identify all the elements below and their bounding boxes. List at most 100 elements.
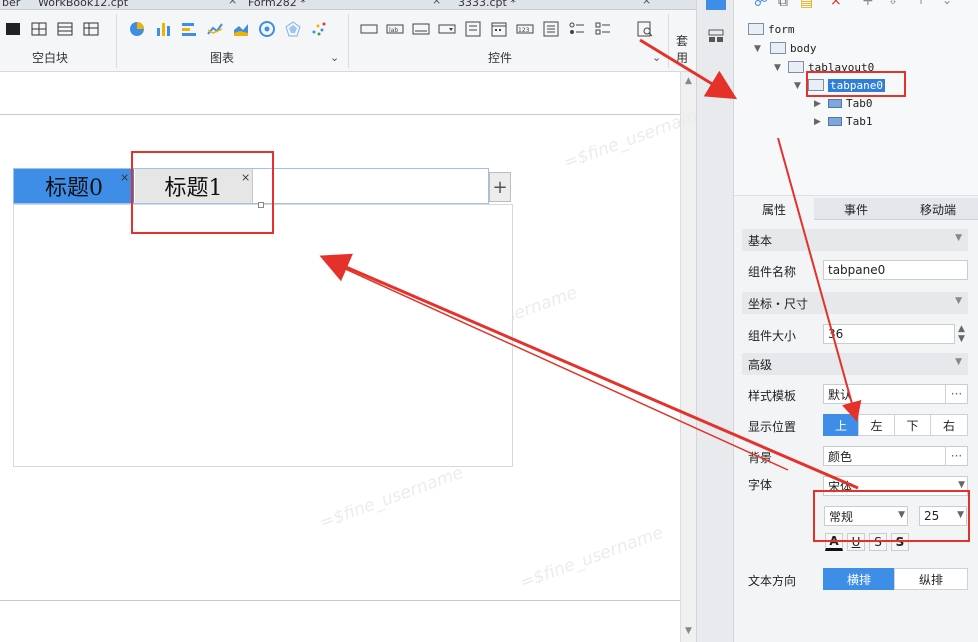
chevron-down-icon[interactable]: ⌄ [942,0,952,7]
move-down-icon[interactable]: ⇩ [888,0,898,7]
section-advanced[interactable]: 高级 ▼ [742,353,968,375]
tree-node-tab1[interactable]: Tab1 [828,113,873,129]
tab-strip: 标题0 × 标题1 × [13,168,489,204]
tree-node-body[interactable]: body [770,40,817,56]
paste-icon[interactable]: ▤ [800,0,813,10]
font-style-select[interactable]: 常规 ▼ [824,506,908,526]
size-field[interactable]: 36 [823,324,955,344]
position-left-button[interactable]: 左 [858,414,895,436]
tree-toggle-icon[interactable]: ▶ [814,117,821,127]
add-tab-button[interactable]: + [489,172,511,202]
layout-icon[interactable] [4,20,22,38]
tree-node-tabpane[interactable]: tabpane0 [808,77,885,93]
expand-icon[interactable] [706,0,726,10]
table-layout-icon[interactable] [82,20,100,38]
move-up-icon[interactable]: ↑ [916,0,926,7]
direction-horizontal-button[interactable]: 横排 [823,568,895,590]
horizontal-bar-icon[interactable] [180,20,198,38]
tab-icon [828,116,842,126]
area-chart-icon[interactable] [232,20,250,38]
tablayout-icon [788,61,804,73]
radio-group-icon[interactable] [568,20,586,38]
ribbon-group-chart: 图表 ⌄ [118,10,346,72]
file-tab-3[interactable]: 3333.cpt * × [458,0,651,9]
background-field[interactable]: 颜色 ··· [823,446,968,466]
style-template-field[interactable]: 默认 ··· [823,384,968,404]
tree-node-tab0[interactable]: Tab0 [828,95,873,111]
share-icon[interactable]: ☍ [754,0,768,10]
tree-node-form[interactable]: form [748,21,795,37]
underline-button[interactable]: U [847,533,865,551]
tree-toggle-icon[interactable]: ▼ [794,81,801,91]
scroll-down-icon[interactable]: ▼ [685,626,692,636]
more-icon[interactable]: ··· [945,447,967,465]
tree-node-tablayout[interactable]: tablayout0 [788,59,874,75]
list-layout-icon[interactable] [56,20,74,38]
tab-title-0[interactable]: 标题0 × [14,169,134,203]
shadow-button[interactable]: S [869,533,887,551]
tab-title-1[interactable]: 标题1 × [135,169,253,203]
tab-title-label: 标题0 [45,176,103,201]
canvas-top-divider [0,114,680,115]
pie-chart-icon[interactable] [128,20,146,38]
more-icon[interactable]: ··· [945,385,967,403]
delete-icon[interactable]: × [830,0,842,9]
name-field[interactable]: tabpane0 [823,260,968,280]
bar-chart-icon[interactable] [154,20,172,38]
number-widget-icon[interactable]: 123 [516,20,534,38]
tab-pane-body[interactable] [13,204,513,467]
textarea-widget-icon[interactable] [412,20,430,38]
close-icon[interactable]: × [120,171,129,184]
tab-mobile[interactable]: 移动端 [898,198,978,220]
radar-chart-icon[interactable] [284,20,302,38]
strike-button[interactable]: S [891,533,909,551]
combo-widget-icon[interactable] [438,20,456,38]
tree-toggle-icon[interactable]: ▼ [774,63,781,73]
copy-icon[interactable]: ⧉ [778,0,788,10]
form-icon [748,23,764,35]
grid-layout-icon[interactable] [30,20,48,38]
list-widget-icon[interactable] [542,20,560,38]
font-color-button[interactable]: A [825,533,843,551]
scatter-chart-icon[interactable] [310,20,328,38]
tree-widget-icon[interactable] [464,20,482,38]
tab-events[interactable]: 事件 [816,198,896,220]
tab-properties[interactable]: 属性 [734,198,814,220]
file-tab-0[interactable]: ber [2,0,21,9]
close-icon[interactable]: × [432,0,441,7]
position-bottom-button[interactable]: 下 [894,414,931,436]
file-tab-label: ber [2,0,21,9]
chevron-down-icon[interactable]: ⌄ [330,51,339,64]
canvas-scrollbar[interactable]: ▲ ▼ [680,72,696,642]
search-query-icon[interactable] [636,20,654,38]
file-tab-1[interactable]: WorkBook12.cpt × [38,0,237,9]
position-right-button[interactable]: 右 [930,414,968,436]
gauge-chart-icon[interactable] [258,20,276,38]
text-widget-icon[interactable]: lab [386,20,404,38]
close-icon[interactable]: × [228,0,237,7]
ribbon-group-blank: 空白块 [0,10,114,72]
tree-toggle-icon[interactable]: ▶ [814,99,821,109]
add-icon[interactable]: + [862,0,874,9]
scroll-up-icon[interactable]: ▲ [685,76,692,86]
chevron-down-icon[interactable]: ⌄ [652,51,661,64]
file-tab-2[interactable]: Form282 * × [248,0,441,9]
font-family-select[interactable]: 宋体 ▼ [823,476,968,496]
widget-library-icon[interactable] [706,26,726,46]
checkbox-group-icon[interactable] [594,20,612,38]
section-basic[interactable]: 基本 ▼ [742,229,968,251]
line-chart-icon[interactable] [206,20,224,38]
tree-toggle-icon[interactable]: ▼ [754,44,761,54]
date-widget-icon[interactable] [490,20,508,38]
direction-vertical-button[interactable]: 纵排 [894,568,968,590]
section-coord[interactable]: 坐标・尺寸 ▼ [742,292,968,314]
spinner-icon[interactable]: ▲ ▼ [958,324,965,344]
position-top-button[interactable]: 上 [823,414,859,436]
resize-handle[interactable] [258,202,264,208]
close-icon[interactable]: × [642,0,651,7]
close-icon[interactable]: × [241,171,250,184]
font-size-select[interactable]: 25 ▼ [919,506,967,526]
label-widget-icon[interactable] [360,20,378,38]
ribbon-divider [348,14,349,68]
ribbon-group-controls: lab 123 控件 ⌄ [350,10,666,72]
